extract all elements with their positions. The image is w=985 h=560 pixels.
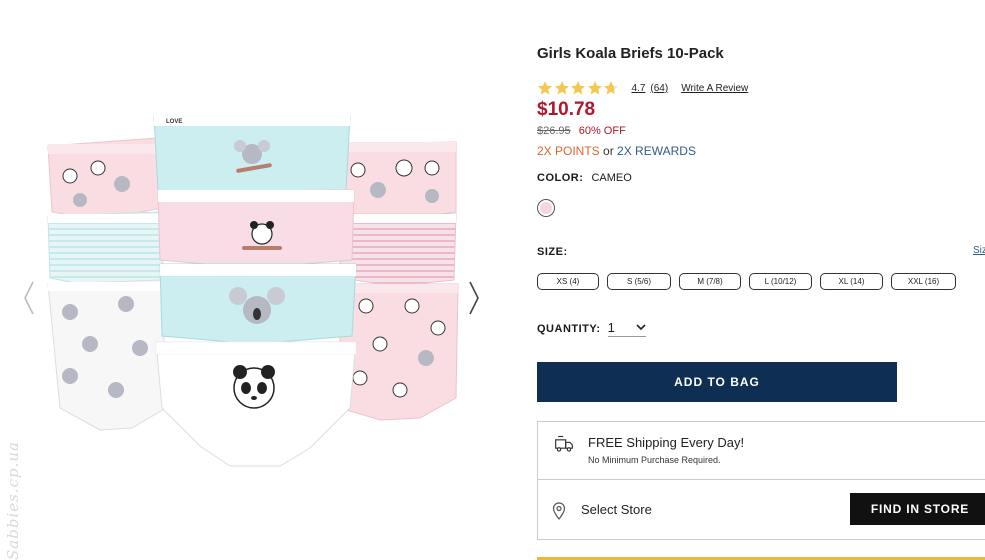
size-option-l[interactable]: L (10/12) — [749, 273, 812, 290]
brief-right-bottom — [339, 283, 459, 421]
brief-center-koala-face — [159, 263, 357, 345]
size-options: XS (4) S (5/6) M (7/8) L (10/12) XL (14)… — [537, 273, 964, 290]
watermark-text: Sabbies.cp.ua — [4, 441, 22, 560]
quantity-row: QUANTITY: 1 — [537, 320, 646, 337]
star-icon — [570, 81, 586, 95]
quantity-value: 1 — [607, 320, 615, 335]
add-to-bag-button[interactable]: ADD TO BAG — [537, 362, 897, 402]
brief-center-blue-koala: LOVE — [153, 114, 351, 199]
gallery-next-button[interactable] — [467, 278, 481, 318]
rewards-link[interactable]: 2X REWARDS — [617, 144, 696, 158]
brief-left-bottom — [47, 279, 167, 431]
find-in-store-button[interactable]: FIND IN STORE — [850, 493, 985, 525]
rating-value-link[interactable]: 4.7 — [632, 83, 646, 94]
color-value: CAMEO — [591, 172, 632, 184]
size-option-xl[interactable]: XL (14) — [820, 273, 883, 290]
discount-badge: 60% OFF — [578, 125, 626, 137]
chevron-down-icon — [636, 324, 646, 331]
brief-right-middle — [339, 213, 457, 287]
star-icon — [537, 81, 553, 95]
rating-row: 4.7 (64) Write A Review — [537, 80, 753, 96]
chevron-left-icon — [24, 281, 34, 315]
swatch-fill — [540, 202, 552, 214]
star-icon — [587, 81, 602, 95]
brief-left-middle — [47, 211, 165, 289]
color-row: COLOR: CAMEO — [537, 172, 632, 184]
fulfillment-box: FREE Shipping Every Day! No Minimum Purc… — [537, 421, 985, 540]
truck-icon — [555, 435, 573, 452]
brief-right-top — [339, 141, 457, 221]
shipping-row: FREE Shipping Every Day! No Minimum Purc… — [538, 422, 985, 480]
store-row: Select Store FIND IN STORE — [538, 480, 985, 540]
star-half-icon — [603, 81, 619, 95]
quantity-label: QUANTITY: — [537, 322, 601, 335]
select-store-link[interactable]: Select Store — [581, 502, 652, 517]
brief-center-white-panda — [155, 341, 357, 467]
chevron-right-icon — [469, 281, 479, 315]
band-text: LOVE — [166, 119, 182, 125]
or-text: or — [603, 144, 614, 158]
product-image[interactable]: LOVE — [40, 108, 465, 503]
size-chart-link[interactable]: Size — [973, 245, 985, 256]
brief-center-pink-panda — [157, 189, 355, 269]
points-text: 2X POINTS — [537, 144, 600, 158]
color-swatch-cameo[interactable] — [537, 199, 555, 217]
star-icon — [554, 81, 569, 95]
quantity-select[interactable]: 1 — [607, 320, 646, 337]
original-price-row: $26.95 60% OFF — [537, 125, 626, 137]
write-review-link[interactable]: Write A Review — [681, 83, 748, 94]
product-details: Girls Koala Briefs 10-Pack 4.7 (64) Writ… — [537, 0, 985, 560]
shipping-title: FREE Shipping Every Day! — [588, 435, 745, 450]
color-label: COLOR: — [537, 172, 584, 184]
gallery-prev-button[interactable] — [22, 278, 36, 318]
rating-stars[interactable] — [537, 80, 620, 96]
size-option-xs[interactable]: XS (4) — [537, 273, 599, 290]
shipping-subtitle: No Minimum Purchase Required. — [588, 455, 721, 465]
sale-price: $10.78 — [537, 99, 596, 120]
size-label: SIZE: — [537, 246, 568, 258]
original-price: $26.95 — [537, 125, 571, 137]
size-option-s[interactable]: S (5/6) — [607, 273, 671, 290]
location-pin-icon — [552, 502, 566, 520]
review-count-link[interactable]: (64) — [650, 83, 668, 94]
brief-left-top — [47, 137, 163, 221]
points-row: 2X POINTS or 2X REWARDS — [537, 144, 696, 158]
product-title: Girls Koala Briefs 10-Pack — [537, 45, 724, 62]
size-option-xxl[interactable]: XXL (16) — [891, 273, 956, 290]
size-option-m[interactable]: M (7/8) — [679, 273, 741, 290]
product-gallery: LOVE Sabbies.cp.ua — [0, 0, 510, 560]
